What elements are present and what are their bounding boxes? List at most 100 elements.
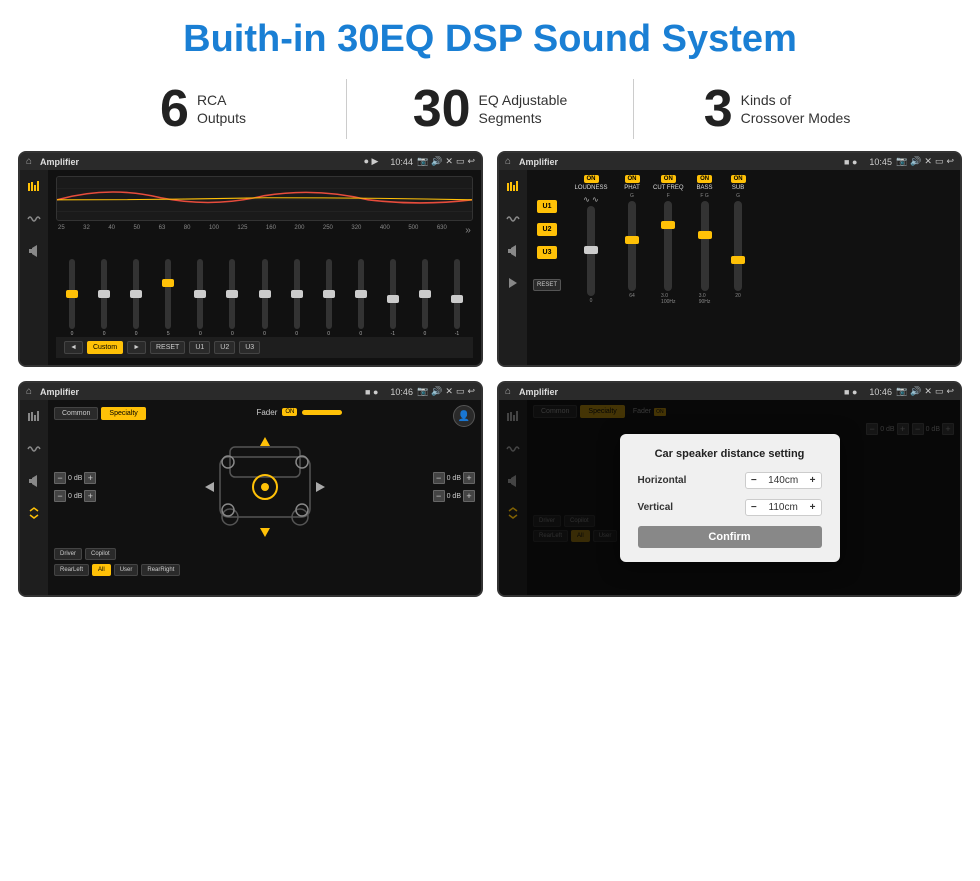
back-icon-4[interactable]: ↩	[946, 386, 954, 397]
confirm-button[interactable]: Confirm	[638, 526, 822, 548]
eq-freq-labels: 25 32 40 50 63 80 100 125 160 200 250 32…	[56, 225, 473, 236]
eq-slider-11[interactable]: -1	[379, 259, 407, 337]
db-plus-fr[interactable]: +	[463, 472, 475, 484]
cam-icon-2: 📷	[896, 156, 907, 167]
fader-on-badge[interactable]: ON	[282, 408, 297, 416]
db-minus-fl[interactable]: −	[54, 472, 66, 484]
u3-btn-1[interactable]: U3	[239, 341, 260, 354]
speaker-icon-2[interactable]	[504, 242, 522, 260]
eq-slider-7[interactable]: 0	[250, 259, 278, 337]
db-plus-fl[interactable]: +	[84, 472, 96, 484]
profile-icon[interactable]: 👤	[453, 405, 475, 427]
distance-dialog: Car speaker distance setting Horizontal …	[620, 434, 840, 562]
home-icon-4[interactable]: ⌂	[505, 386, 511, 397]
reset-btn-2[interactable]: RESET	[533, 279, 561, 291]
dialog-overlay: Car speaker distance setting Horizontal …	[499, 400, 960, 595]
screen3-body: Common Specialty Fader ON 👤 − 0 dB	[20, 400, 481, 595]
wave-icon-3[interactable]	[25, 440, 43, 458]
cutfreq-on[interactable]: ON	[661, 175, 676, 183]
eq-slider-5[interactable]: 0	[186, 259, 214, 337]
x-icon-4: ✕	[924, 386, 932, 397]
driver-btn[interactable]: Driver	[54, 548, 82, 560]
bass-slider-f[interactable]	[701, 201, 709, 291]
vertical-spinner[interactable]: − 110cm +	[745, 499, 822, 516]
eq-icon-2[interactable]	[504, 178, 522, 196]
all-btn[interactable]: All	[92, 564, 111, 576]
screens-grid: ⌂ Amplifier ● ▶ 10:44 📷 🔊 ✕ ▭ ↩	[0, 151, 980, 607]
screen1-dots: ● ▶	[364, 156, 379, 167]
bass-val: 3.090Hz	[699, 293, 711, 305]
wave-icon[interactable]	[25, 210, 43, 228]
phat-slider[interactable]	[628, 201, 636, 291]
db-plus-rr[interactable]: +	[463, 490, 475, 502]
screen4-dots: ■ ●	[844, 387, 857, 397]
home-icon-3[interactable]: ⌂	[26, 386, 32, 397]
eq-slider-10[interactable]: 0	[347, 259, 375, 337]
eq-slider-8[interactable]: 0	[283, 259, 311, 337]
tab-common[interactable]: Common	[54, 407, 98, 420]
eq-slider-1[interactable]: 0	[58, 259, 86, 337]
curve-btn-2[interactable]: ∿	[592, 195, 599, 204]
u1-btn-2[interactable]: U1	[537, 200, 558, 213]
home-icon-2[interactable]: ⌂	[505, 156, 511, 167]
phat-on[interactable]: ON	[625, 175, 640, 183]
arrows-icon-3[interactable]	[25, 504, 43, 522]
stat-eq-number: 30	[413, 83, 471, 135]
sub-g: G	[736, 193, 740, 199]
channel-icon-2[interactable]	[504, 274, 522, 292]
back-icon-3[interactable]: ↩	[467, 386, 475, 397]
user-btn-3[interactable]: User	[114, 564, 139, 576]
rearright-btn[interactable]: RearRight	[141, 564, 180, 576]
tab-specialty[interactable]: Specialty	[101, 407, 145, 420]
custom-btn[interactable]: Custom	[87, 341, 123, 354]
reset-btn-1[interactable]: RESET	[150, 341, 185, 354]
wave-icon-2[interactable]	[504, 210, 522, 228]
fader-slider[interactable]	[302, 410, 342, 415]
car-diagram-svg	[200, 432, 330, 542]
sub-on[interactable]: ON	[731, 175, 746, 183]
eq-slider-2[interactable]: 0	[90, 259, 118, 337]
speaker-controls-row: − 0 dB + − 0 dB +	[54, 432, 475, 542]
eq-icon-3[interactable]	[25, 408, 43, 426]
loudness-on[interactable]: ON	[584, 175, 599, 183]
horizontal-plus[interactable]: +	[810, 475, 816, 486]
db-minus-fr[interactable]: −	[433, 472, 445, 484]
sub-slider[interactable]	[734, 201, 742, 291]
db-plus-rl[interactable]: +	[84, 490, 96, 502]
cutfreq-slider[interactable]	[664, 201, 672, 291]
u1-btn-1[interactable]: U1	[189, 341, 210, 354]
loudness-slider[interactable]	[587, 206, 595, 296]
speaker-icon-3[interactable]	[25, 472, 43, 490]
db-minus-rl[interactable]: −	[54, 490, 66, 502]
speaker-icon[interactable]	[25, 242, 43, 260]
eq-icon[interactable]	[25, 178, 43, 196]
next-btn[interactable]: ►	[127, 341, 146, 354]
home-icon-1[interactable]: ⌂	[26, 156, 32, 167]
eq-slider-4[interactable]: 5	[154, 259, 182, 337]
copilot-btn[interactable]: Copilot	[85, 548, 116, 560]
eq-slider-6[interactable]: 0	[218, 259, 246, 337]
back-icon-2[interactable]: ↩	[946, 156, 954, 167]
vertical-minus[interactable]: −	[751, 502, 757, 513]
u3-btn-2[interactable]: U3	[537, 246, 558, 259]
more-icon[interactable]: »	[465, 225, 471, 236]
eq-sliders: 0 0 0 5 0 0 0 0 0 0 -1 0 -1	[56, 242, 473, 337]
u-buttons-panel: U1 U2 U3 RESET	[527, 170, 567, 365]
db-val-rr: 0 dB	[447, 493, 461, 500]
u2-btn-1[interactable]: U2	[214, 341, 235, 354]
horizontal-spinner[interactable]: − 140cm +	[745, 472, 822, 489]
eq-slider-3[interactable]: 0	[122, 259, 150, 337]
horizontal-minus[interactable]: −	[751, 475, 757, 486]
rearleft-btn[interactable]: RearLeft	[54, 564, 89, 576]
eq-slider-13[interactable]: -1	[443, 259, 471, 337]
vertical-plus[interactable]: +	[810, 502, 816, 513]
left-db-controls: − 0 dB + − 0 dB +	[54, 472, 96, 502]
u2-btn-2[interactable]: U2	[537, 223, 558, 236]
eq-slider-12[interactable]: 0	[411, 259, 439, 337]
prev-btn[interactable]: ◄	[64, 341, 83, 354]
eq-slider-9[interactable]: 0	[315, 259, 343, 337]
bass-on[interactable]: ON	[697, 175, 712, 183]
back-icon-1[interactable]: ↩	[467, 156, 475, 167]
curve-btn-1[interactable]: ∿	[583, 195, 590, 204]
db-minus-rr[interactable]: −	[433, 490, 445, 502]
